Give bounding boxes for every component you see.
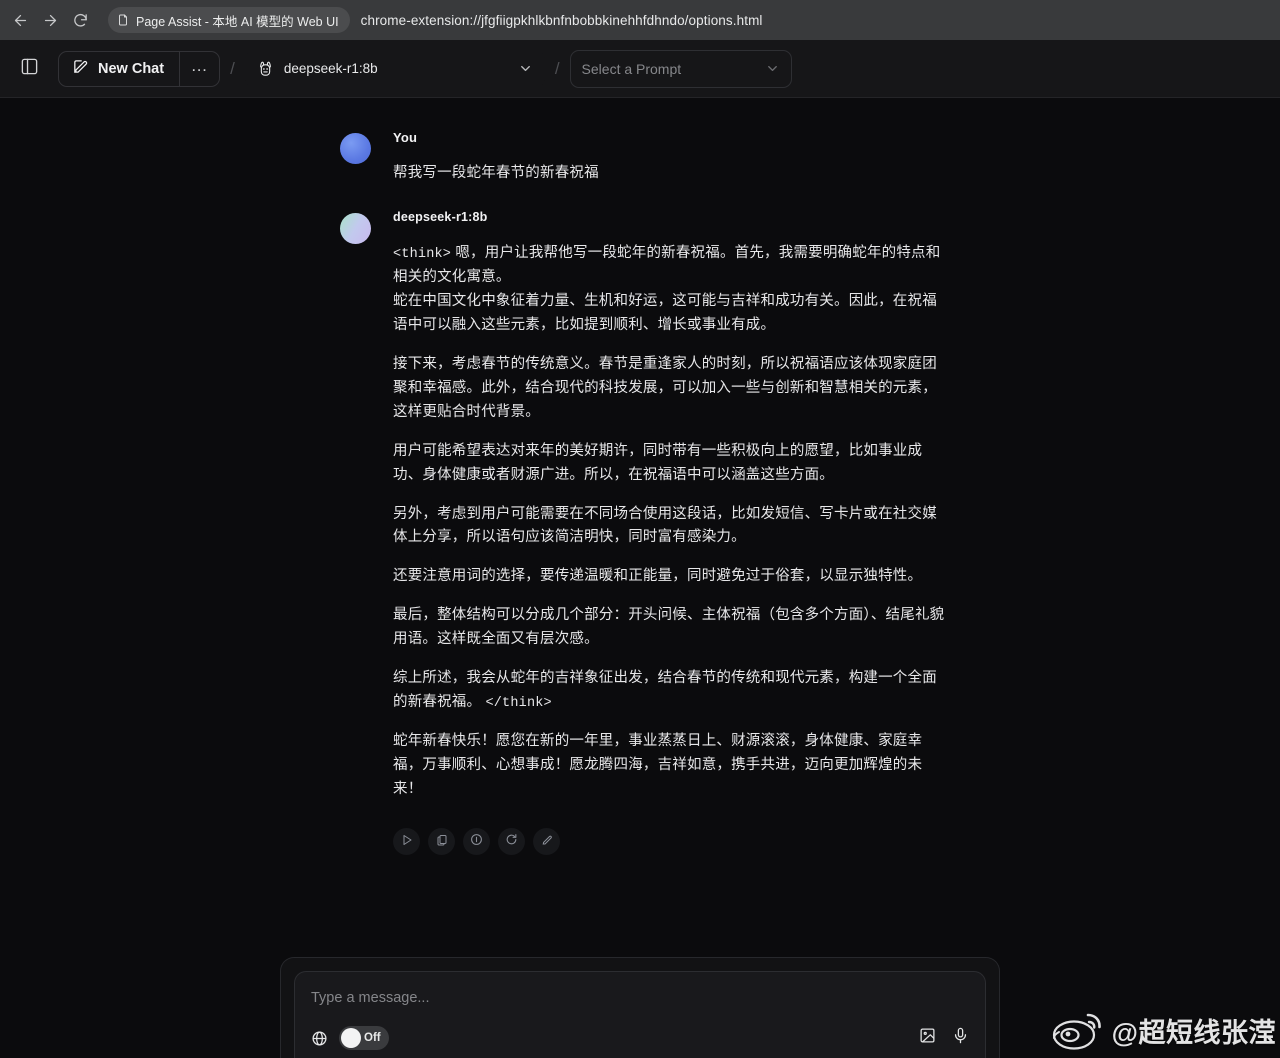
think-paragraph-4: 另外，考虑到用户可能需要在不同场合使用这段话，比如发短信、写卡片或在社交媒体上分… (393, 505, 937, 546)
play-audio-button[interactable] (393, 828, 420, 856)
header-separator-2: / (554, 58, 560, 78)
think-paragraph-3: 用户可能希望表达对来年的美好期许，同时带有一些积极向上的愿望，比如事业成功、身体… (393, 442, 923, 483)
image-upload-icon (919, 1027, 936, 1049)
new-chat-button[interactable]: New Chat (59, 52, 179, 86)
assistant-avatar (340, 212, 371, 244)
message-content: <think> 嗯，用户让我帮他写一段蛇年的新春祝福。首先，我需要明确蛇年的特点… (393, 242, 946, 802)
info-icon (470, 833, 483, 851)
toggle-knob (341, 1028, 361, 1048)
message-input[interactable]: Type a message... (311, 990, 969, 1006)
regenerate-icon (505, 833, 518, 851)
forward-button[interactable] (36, 6, 64, 34)
ollama-llama-icon (257, 60, 274, 78)
page-title-text: Page Assist - 本地 AI 模型的 Web UI (136, 14, 339, 29)
pencil-square-icon (72, 58, 89, 79)
message-content: 帮我写一段蛇年春节的新春祝福 (393, 162, 946, 186)
watermark-handle: @超短线张滢 (1111, 1017, 1276, 1048)
prompt-selector[interactable]: Select a Prompt (569, 49, 792, 88)
chevron-down-icon (518, 61, 533, 76)
composer-left-tools: Off (311, 1026, 389, 1050)
think-paragraph-6: 最后，整体结构可以分成几个部分：开头问候、主体祝福（包含多个方面）、结尾礼貌用语… (393, 607, 945, 648)
copy-button[interactable] (428, 828, 455, 856)
user-avatar (340, 133, 371, 164)
reload-icon (72, 12, 89, 29)
header-separator-1: / (230, 58, 235, 78)
address-bar[interactable]: Page Assist - 本地 AI 模型的 Web UI chrome-ex… (108, 6, 1274, 34)
composer[interactable]: Type a message... Off (294, 971, 986, 1058)
browser-toolbar: Page Assist - 本地 AI 模型的 Web UI chrome-ex… (0, 0, 1280, 40)
info-button[interactable] (463, 828, 490, 856)
microphone-button[interactable] (952, 1027, 969, 1049)
think-paragraph-2: 接下来，考虑春节的传统意义。春节是重逢家人的时刻，所以祝福语应该体现家庭团聚和幸… (393, 355, 937, 420)
think-paragraph-0: <think> 嗯，用户让我帮他写一段蛇年的新春祝福。首先，我需要明确蛇年的特点… (393, 242, 946, 290)
message-author-name: deepseek-r1:8b (393, 209, 488, 224)
think-paragraph-1: 蛇在中国文化中象征着力量、生机和好运，这可能与吉祥和成功有关。因此，在祝福语中可… (393, 293, 937, 334)
prompt-selector-placeholder: Select a Prompt (581, 60, 682, 77)
app-header: New Chat … / deepseek-r1:8b / Select a P… (0, 40, 1280, 98)
forward-arrow-icon (42, 12, 59, 29)
globe-icon[interactable] (311, 1030, 328, 1047)
message-list: You 帮我写一段蛇年春节的新春祝福 deepseek-r1:8b <think… (0, 98, 1280, 865)
message-user: You 帮我写一段蛇年春节的新春祝福 (334, 130, 946, 186)
url-text: chrome-extension://jfgfiigpkhlkbnfnbobbk… (360, 12, 763, 28)
page-title-chip[interactable]: Page Assist - 本地 AI 模型的 Web UI (108, 7, 350, 33)
think-text-0: 嗯，用户让我帮他写一段蛇年的新春祝福。首先，我需要明确蛇年的特点和相关的文化寓意… (393, 244, 941, 286)
document-icon (117, 13, 129, 27)
sidebar-toggle-button[interactable] (14, 54, 44, 84)
think-paragraph-5: 还要注意用词的选择，要传递温暖和正能量，同时避免过于俗套，以显示独特性。 (393, 568, 923, 585)
chevron-down-icon (765, 61, 780, 76)
back-arrow-icon (12, 12, 29, 29)
model-name-label: deepseek-r1:8b (283, 61, 378, 76)
back-button[interactable] (6, 6, 34, 34)
new-chat-more-button[interactable]: … (179, 51, 219, 86)
new-chat-label: New Chat (98, 60, 165, 77)
image-upload-button[interactable] (919, 1027, 936, 1049)
message-author-name: You (393, 130, 418, 145)
edit-button[interactable] (533, 828, 560, 856)
assistant-answer-text: 蛇年新春快乐！愿您在新的一年里，事业蒸蒸日上、财源滚滚，身体健康、家庭幸福，万事… (393, 733, 923, 798)
composer-right-tools (919, 1027, 969, 1049)
web-search-toggle[interactable]: Off (339, 1026, 389, 1050)
sidebar-panel-icon (20, 57, 39, 81)
think-close-tag: </think> (485, 696, 552, 712)
new-chat-group: New Chat … (58, 50, 221, 87)
watermark: @超短线张滢 (1048, 1008, 1276, 1052)
copy-icon (436, 833, 448, 851)
pencil-icon (541, 833, 553, 851)
play-icon (401, 833, 413, 851)
composer-toolbar: Off (311, 1026, 969, 1050)
weibo-logo-icon (1048, 1008, 1110, 1052)
think-text-7: 综上所述，我会从蛇年的吉祥象征出发，结合春节的传统和现代元素，构建一个全面的新春… (393, 670, 937, 711)
composer-wrapper: Type a message... Off (0, 957, 1280, 1058)
reload-button[interactable] (66, 6, 94, 34)
chat-area: You 帮我写一段蛇年春节的新春祝福 deepseek-r1:8b <think… (0, 98, 1280, 1058)
microphone-icon (952, 1027, 969, 1049)
think-paragraph-7: 综上所述，我会从蛇年的吉祥象征出发，结合春节的传统和现代元素，构建一个全面的新春… (393, 667, 946, 715)
message-assistant: deepseek-r1:8b <think> 嗯，用户让我帮他写一段蛇年的新春祝… (334, 209, 946, 856)
toggle-state-label: Off (364, 1032, 381, 1044)
model-selector[interactable]: deepseek-r1:8b (244, 50, 545, 87)
think-open-tag: <think> (393, 246, 452, 262)
user-message-text: 帮我写一段蛇年春节的新春祝福 (393, 165, 599, 181)
composer-outer: Type a message... Off (280, 957, 1000, 1058)
message-actions (393, 828, 946, 856)
regenerate-button[interactable] (498, 828, 525, 856)
